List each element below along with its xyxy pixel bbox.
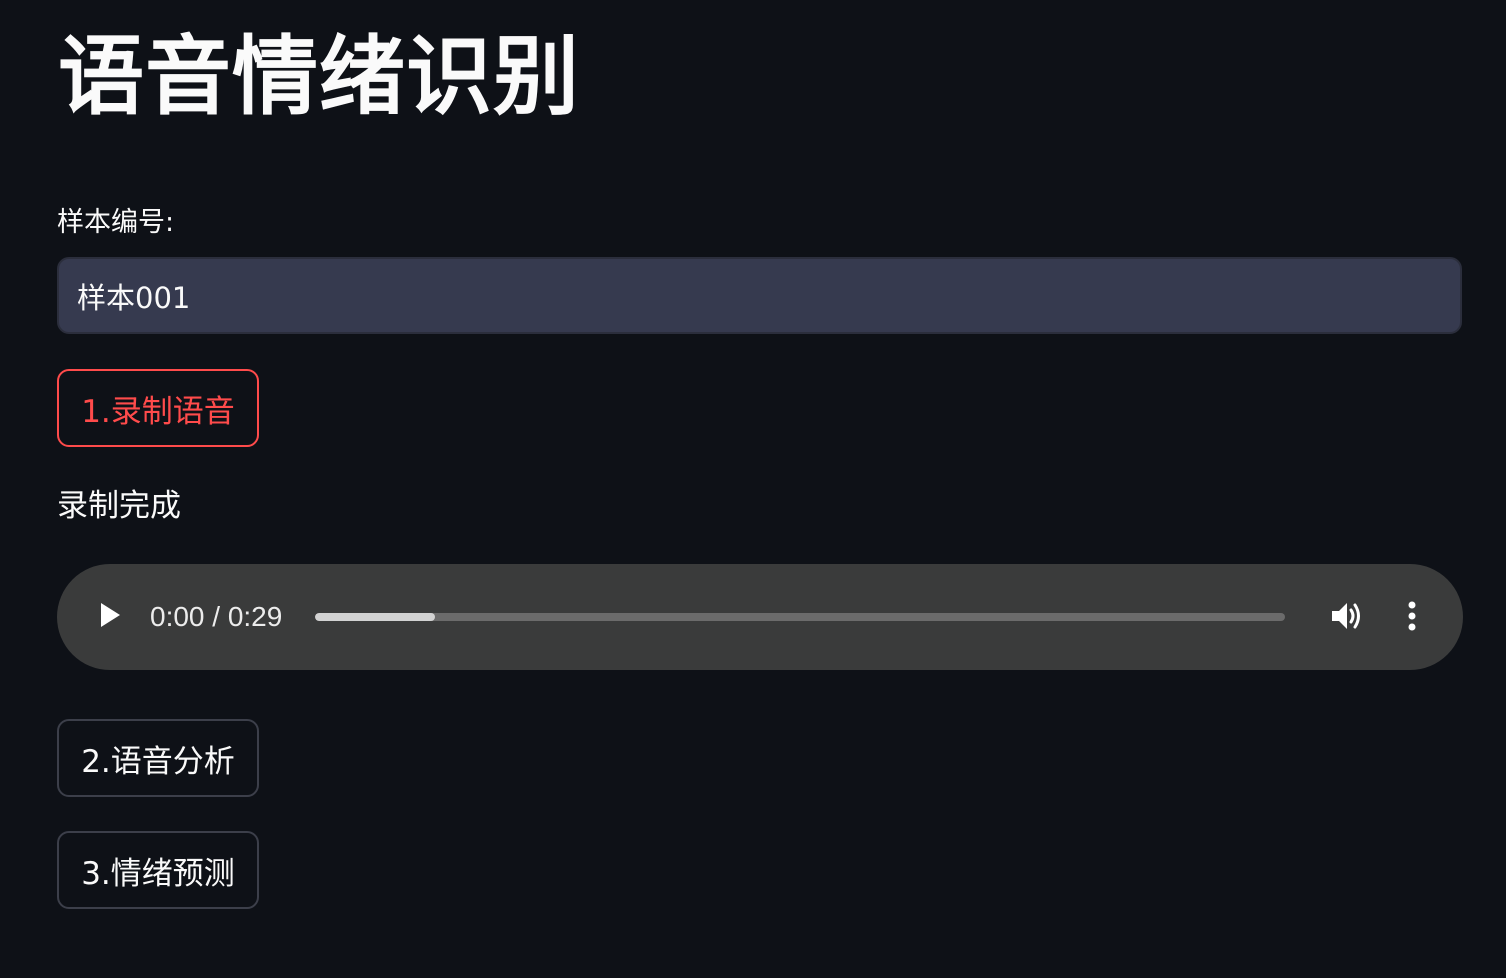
app-page: 语音情绪识别 样本编号: 1.录制语音 录制完成 0:00 / 0:29 <box>0 0 1506 978</box>
status-text: 录制完成 <box>57 488 181 524</box>
play-button[interactable] <box>93 600 127 634</box>
page-title: 语音情绪识别 <box>58 27 580 127</box>
audio-player: 0:00 / 0:29 <box>57 564 1463 670</box>
predict-button[interactable]: 3.情绪预测 <box>57 831 259 909</box>
sample-id-input[interactable] <box>57 257 1462 334</box>
analyze-button[interactable]: 2.语音分析 <box>57 719 259 797</box>
volume-button[interactable] <box>1329 600 1365 636</box>
play-icon <box>98 601 122 633</box>
volume-icon <box>1330 600 1364 636</box>
more-options-button[interactable] <box>1397 600 1427 636</box>
audio-time: 0:00 / 0:29 <box>150 601 283 632</box>
audio-buffered-fill <box>315 613 436 621</box>
record-button[interactable]: 1.录制语音 <box>57 369 259 447</box>
audio-progress-track[interactable] <box>315 613 1285 621</box>
sample-id-label: 样本编号: <box>57 207 175 238</box>
more-options-icon <box>1407 601 1417 635</box>
